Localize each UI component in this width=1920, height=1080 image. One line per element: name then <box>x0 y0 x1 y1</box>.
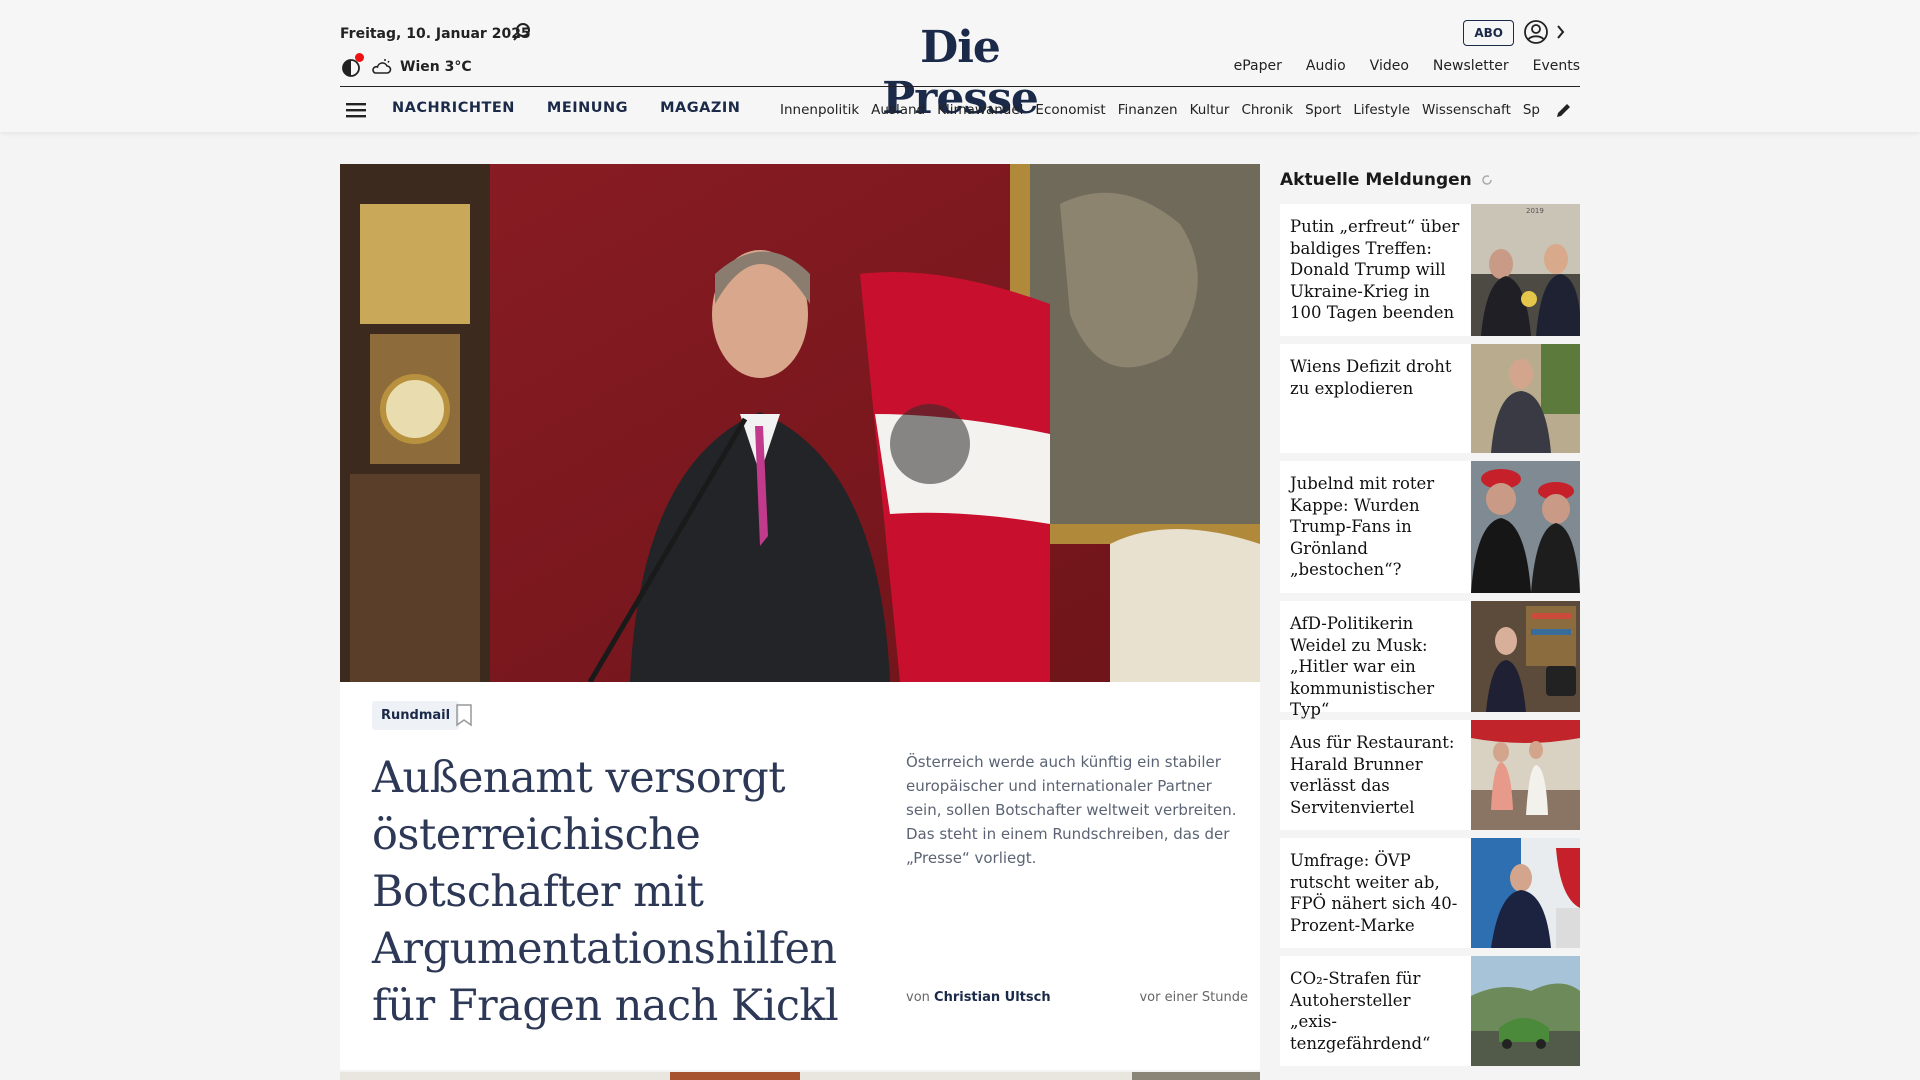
current-date: Freitag, 10. Januar 2025 <box>340 26 531 42</box>
weather-widget[interactable]: Wien 3°C <box>340 53 472 78</box>
author-link[interactable]: Christian Ultsch <box>934 990 1051 1005</box>
list-item[interactable]: Wiens Defizit droht zu explodieren <box>1280 344 1580 453</box>
abo-button[interactable]: ABO <box>1463 20 1514 46</box>
header-divider <box>340 86 1580 87</box>
nav-sport[interactable]: Sport <box>1305 102 1341 122</box>
list-item-thumbnail[interactable] <box>1471 956 1580 1066</box>
refresh-icon <box>1482 175 1492 185</box>
main-nav: NACHRICHTEN MEINUNG MAGAZIN <box>392 100 740 116</box>
nav-kultur[interactable]: Kultur <box>1190 102 1230 122</box>
site-header: Freitag, 10. Januar 2025 Wien 3°C Die Pr… <box>0 0 1920 132</box>
nav-chronik[interactable]: Chronik <box>1241 102 1293 122</box>
nav-meinung[interactable]: MEINUNG <box>547 100 628 116</box>
link-events[interactable]: Events <box>1533 58 1580 74</box>
section-nav: Innenpolitik Ausland Klimawandel Economi… <box>780 102 1540 122</box>
nav-klimawandel[interactable]: Klimawandel <box>937 102 1023 122</box>
byline: von Christian Ultsch <box>906 990 1051 1005</box>
list-item[interactable]: CO₂-Strafen für Autohersteller „exis­ten… <box>1280 956 1580 1066</box>
list-item-headline[interactable]: Wiens Defizit droht zu explodieren <box>1280 344 1471 453</box>
night-mode-icon[interactable] <box>340 53 364 78</box>
bookmark-icon[interactable] <box>454 703 474 727</box>
publish-time: vor einer Stunde <box>1139 990 1248 1005</box>
list-item-thumbnail[interactable] <box>1471 601 1580 712</box>
byline-prefix: von <box>906 990 930 1005</box>
list-item-thumbnail[interactable]: 2019 <box>1471 204 1580 336</box>
list-item[interactable]: Aus für Restaurant: Harald Brunner verlä… <box>1280 720 1580 830</box>
list-item[interactable]: Jubelnd mit roter Kappe: Wurden Trump-Fa… <box>1280 461 1580 593</box>
list-item-thumbnail[interactable] <box>1471 720 1580 830</box>
news-sidebar: Aktuelle Meldungen Putin „erfreut“ über … <box>1280 164 1580 1066</box>
list-item-thumbnail[interactable] <box>1471 838 1580 948</box>
cloud-sun-icon <box>372 59 392 74</box>
link-audio[interactable]: Audio <box>1306 58 1346 74</box>
list-item-headline[interactable]: CO₂-Strafen für Autohersteller „exis­ten… <box>1280 956 1471 1066</box>
list-item[interactable]: Umfrage: ÖVP rutscht weiter ab, FPÖ nähe… <box>1280 838 1580 948</box>
nav-magazin[interactable]: MAGAZIN <box>660 100 740 116</box>
weather-text: Wien 3°C <box>400 59 472 75</box>
nav-lifestyle[interactable]: Lifestyle <box>1353 102 1410 122</box>
user-account-icon[interactable] <box>1522 18 1570 46</box>
nav-finanzen[interactable]: Finanzen <box>1118 102 1178 122</box>
link-video[interactable]: Video <box>1370 58 1409 74</box>
category-tag[interactable]: Rundmail <box>372 701 460 730</box>
search-icon[interactable] <box>510 20 534 44</box>
list-item-thumbnail[interactable] <box>1471 344 1580 453</box>
link-epaper[interactable]: ePaper <box>1234 58 1282 74</box>
nav-spectrum[interactable]: Spectrum <box>1523 102 1540 122</box>
nav-nachrichten[interactable]: NACHRICHTEN <box>392 100 515 116</box>
nav-wissenschaft[interactable]: Wissenschaft <box>1422 102 1511 122</box>
list-item-thumbnail[interactable] <box>1471 461 1580 593</box>
nav-economist[interactable]: Economist <box>1035 102 1105 122</box>
hamburger-menu-icon[interactable] <box>344 98 368 122</box>
list-item-headline[interactable]: Jubelnd mit roter Kappe: Wurden Trump-Fa… <box>1280 461 1471 593</box>
pencil-icon[interactable] <box>1554 100 1574 120</box>
lead-article-image[interactable] <box>340 164 1260 682</box>
lead-teaser: Österreich werde auch künftig ein stabil… <box>906 753 1237 867</box>
sidebar-heading: Aktuelle Meldungen <box>1280 164 1580 196</box>
list-item-headline[interactable]: Umfrage: ÖVP rutscht weiter ab, FPÖ nähe… <box>1280 838 1471 948</box>
list-item-headline[interactable]: AfD-Politikerin Weidel zu Musk: „Hitler … <box>1280 601 1471 719</box>
nav-innenpolitik[interactable]: Innenpolitik <box>780 102 859 122</box>
link-newsletter[interactable]: Newsletter <box>1433 58 1509 74</box>
lead-article[interactable]: Rundmail Außenamt versorgt österreichisc… <box>340 164 1260 1070</box>
list-item-headline[interactable]: Putin „erfreut“ über baldiges Treffen: D… <box>1280 204 1471 336</box>
list-item[interactable]: Putin „erfreut“ über baldiges Treffen: D… <box>1280 204 1580 336</box>
thumbnail-caption: 2019 <box>1526 207 1544 215</box>
top-links: ePaper Audio Video Newsletter Events <box>1234 58 1580 74</box>
sidebar-title: Aktuelle Meldungen <box>1280 170 1472 190</box>
list-item[interactable]: AfD-Politikerin Weidel zu Musk: „Hitler … <box>1280 601 1580 719</box>
lead-headline[interactable]: Außenamt versorgt österreichische Botsch… <box>372 750 872 1035</box>
nav-ausland[interactable]: Ausland <box>871 102 925 122</box>
next-articles-row <box>340 1072 1260 1080</box>
list-item-headline[interactable]: Aus für Restaurant: Harald Brunner verlä… <box>1280 720 1471 830</box>
